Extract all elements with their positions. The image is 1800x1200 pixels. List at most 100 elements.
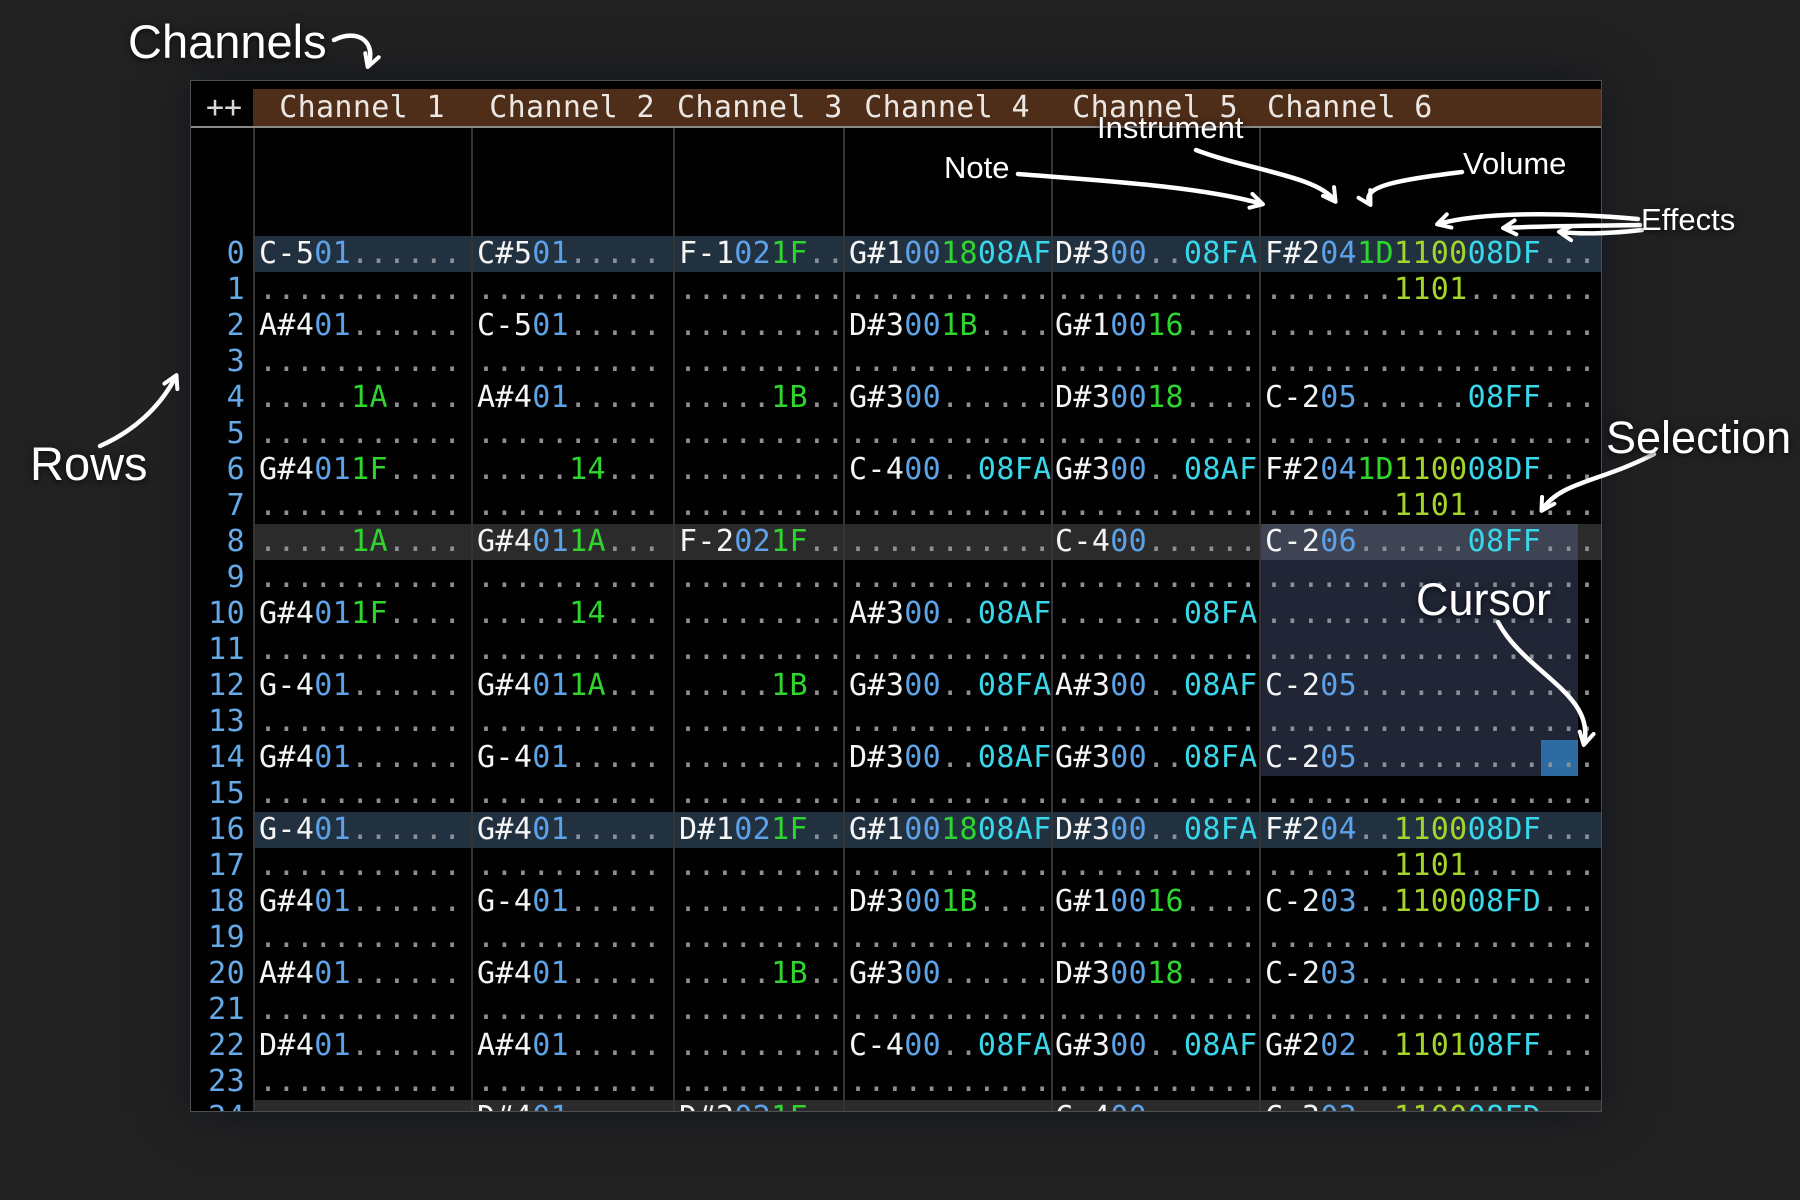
pattern-cell-ch6[interactable]: G#202..110108FF... [1265,1028,1596,1064]
pattern-cell-ch1[interactable]: A#401...... [259,956,462,992]
pattern-cell-ch4[interactable]: ........... [849,920,1052,956]
pattern-cell-ch6[interactable]: .......1101....... [1265,272,1596,308]
pattern-row-1[interactable]: 1.......................................… [191,272,1602,308]
pattern-cell-ch6[interactable]: .................. [1265,920,1596,956]
pattern-row-19[interactable]: 19......................................… [191,920,1602,956]
pattern-cell-ch6[interactable]: .................. [1265,632,1596,668]
pattern-cell-ch4[interactable]: ........... [849,344,1052,380]
pattern-cell-ch2[interactable]: .......... [477,632,661,668]
pattern-row-2[interactable]: 2A#401......C-501..............D#3001B..… [191,308,1602,344]
pattern-cell-ch6[interactable]: C-303..110008FD... [1265,1100,1596,1112]
pattern-cell-ch3[interactable]: D#1021F.. [679,812,845,848]
pattern-cell-ch5[interactable]: ........... [1055,776,1258,812]
pattern-cell-ch5[interactable]: ........... [1055,272,1258,308]
pattern-cell-ch4[interactable]: D#3001B.... [849,884,1052,920]
pattern-cell-ch1[interactable]: ........... [259,344,462,380]
pattern-row-10[interactable]: 10G#4011F.........14............A#300..0… [191,596,1602,632]
pattern-row-5[interactable]: 5.......................................… [191,416,1602,452]
pattern-cell-ch2[interactable]: C-501..... [477,308,661,344]
pattern-cell-ch1[interactable]: .....1A.... [259,524,462,560]
pattern-row-9[interactable]: 9.......................................… [191,560,1602,596]
pattern-cell-ch1[interactable]: .....1A.... [259,380,462,416]
pattern-cell-ch4[interactable]: ........... [849,992,1052,1028]
pattern-cell-ch3[interactable]: .....1B.. [679,380,845,416]
pattern-cell-ch2[interactable]: G-401..... [477,740,661,776]
pattern-cell-ch5[interactable]: ........... [1055,1064,1258,1100]
pattern-cell-ch5[interactable]: ........... [1055,632,1258,668]
pattern-row-14[interactable]: 14G#401......G-401..............D#300..0… [191,740,1602,776]
pattern-cell-ch6[interactable]: F#2041D110008DF... [1265,452,1596,488]
channel-header-6[interactable]: Channel 6 [1267,89,1433,127]
pattern-cell-ch6[interactable]: .................. [1265,416,1596,452]
pattern-row-17[interactable]: 17......................................… [191,848,1602,884]
pattern-cell-ch3[interactable]: F-1021F.. [679,236,845,272]
pattern-row-4[interactable]: 4.....1A....A#401..........1B..G#300....… [191,380,1602,416]
pattern-cell-ch1[interactable]: A#401...... [259,308,462,344]
pattern-row-22[interactable]: 22D#401......A#401..............C-400..0… [191,1028,1602,1064]
pattern-cell-ch5[interactable]: ........... [1055,848,1258,884]
pattern-cell-ch3[interactable]: ......... [679,596,845,632]
pattern-cell-ch3[interactable]: ......... [679,416,845,452]
pattern-cell-ch2[interactable]: G#4011A... [477,524,661,560]
channel-header-3[interactable]: Channel 3 [677,89,843,127]
pattern-cell-ch2[interactable]: A#401..... [477,380,661,416]
pattern-cell-ch2[interactable]: G#401..... [477,956,661,992]
pattern-row-0[interactable]: 0C-501......C#501.....F-1021F..G#1001808… [191,236,1602,272]
pattern-cell-ch1[interactable]: ........... [259,272,462,308]
pattern-cell-ch6[interactable]: C-205............. [1265,740,1596,776]
pattern-cell-ch3[interactable]: .....1B.. [679,668,845,704]
pattern-cell-ch3[interactable]: .....1B.. [679,956,845,992]
pattern-cell-ch6[interactable]: .................. [1265,1064,1596,1100]
pattern-cell-ch4[interactable]: C-400..08FA [849,452,1052,488]
pattern-cell-ch6[interactable]: C-203............. [1265,956,1596,992]
pattern-cell-ch5[interactable]: ........... [1055,704,1258,740]
pattern-cell-ch2[interactable]: .......... [477,488,661,524]
pattern-cell-ch2[interactable]: .......... [477,560,661,596]
pattern-cell-ch4[interactable]: G#1001808AF [849,812,1052,848]
pattern-cell-ch3[interactable]: ......... [679,704,845,740]
pattern-cell-ch4[interactable]: ........... [849,560,1052,596]
pattern-row-13[interactable]: 13......................................… [191,704,1602,740]
pattern-row-20[interactable]: 20A#401......G#401..........1B..G#300...… [191,956,1602,992]
pattern-cell-ch6[interactable]: .................. [1265,992,1596,1028]
pattern-cell-ch3[interactable]: ......... [679,344,845,380]
pattern-cell-ch3[interactable]: ......... [679,848,845,884]
pattern-cell-ch2[interactable]: .......... [477,920,661,956]
pattern-cell-ch4[interactable]: ........... [849,632,1052,668]
pattern-row-11[interactable]: 11......................................… [191,632,1602,668]
pattern-cell-ch4[interactable]: D#300..08AF [849,740,1052,776]
pattern-cell-ch1[interactable]: G-401...... [259,668,462,704]
pattern-row-7[interactable]: 7.......................................… [191,488,1602,524]
pattern-cell-ch3[interactable]: ......... [679,992,845,1028]
pattern-cell-ch3[interactable]: ......... [679,488,845,524]
pattern-cell-ch1[interactable]: G#401...... [259,740,462,776]
pattern-cell-ch3[interactable]: ......... [679,884,845,920]
pattern-cell-ch3[interactable]: ......... [679,740,845,776]
pattern-cell-ch4[interactable]: ........... [849,416,1052,452]
pattern-cell-ch2[interactable]: D#401..... [477,1100,661,1112]
pattern-cell-ch4[interactable]: ........... [849,488,1052,524]
pattern-cell-ch6[interactable]: .......1101....... [1265,488,1596,524]
pattern-cell-ch2[interactable]: .......... [477,848,661,884]
pattern-cell-ch6[interactable]: C-205............. [1265,668,1596,704]
pattern-cell-ch2[interactable]: G#4011A... [477,668,661,704]
pattern-cell-ch4[interactable]: ........... [849,848,1052,884]
pattern-cell-ch6[interactable]: F#204..110008DF... [1265,812,1596,848]
pattern-cell-ch4[interactable]: D#3001B.... [849,308,1052,344]
pattern-cell-ch2[interactable]: .....14... [477,452,661,488]
pattern-cell-ch1[interactable]: G#4011F.... [259,452,462,488]
pattern-cell-ch5[interactable]: .......08FA [1055,596,1258,632]
pattern-cell-ch1[interactable]: ........... [259,920,462,956]
pattern-cell-ch1[interactable]: C-501...... [259,236,462,272]
pattern-cell-ch6[interactable]: .......1101....... [1265,848,1596,884]
pattern-cell-ch4[interactable]: C-400..08FA [849,1028,1052,1064]
pattern-cell-ch2[interactable]: G#401..... [477,812,661,848]
pattern-cell-ch3[interactable]: ......... [679,920,845,956]
pattern-cell-ch1[interactable]: ........... [259,488,462,524]
pattern-cell-ch5[interactable]: ........... [1055,344,1258,380]
pattern-cell-ch4[interactable]: G#300...... [849,956,1052,992]
pattern-cell-ch3[interactable]: ......... [679,776,845,812]
pattern-cell-ch1[interactable]: G#4011F.... [259,596,462,632]
pattern-cell-ch5[interactable]: G#300..08AF [1055,452,1258,488]
pattern-cell-ch3[interactable]: ......... [679,452,845,488]
